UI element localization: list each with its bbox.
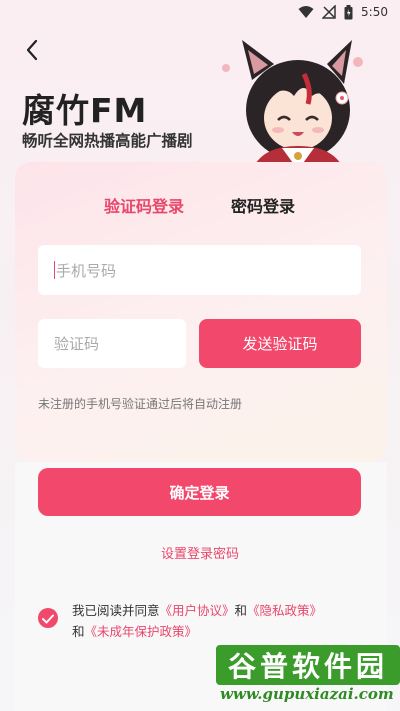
watermark-brand: 谷普软件园 <box>216 645 400 685</box>
wifi-icon <box>298 5 314 19</box>
minor-protection-link[interactable]: 《未成年保护政策》 <box>85 624 198 639</box>
chevron-left-icon <box>25 39 39 65</box>
text-caret <box>54 261 55 279</box>
code-placeholder: 验证码 <box>54 335 100 353</box>
agreement-and-2: 和 <box>72 624 85 639</box>
app-subtitle: 畅听全网热播高能广播剧 <box>22 132 193 150</box>
phone-placeholder: 手机号码 <box>56 261 117 280</box>
site-watermark: 谷普软件园 www.gupuxiazai.com <box>216 645 400 711</box>
code-input[interactable]: 验证码 <box>38 319 186 368</box>
login-tabs: 验证码登录 密码登录 <box>0 193 400 217</box>
mascot-illustration <box>212 40 372 170</box>
watermark-url: www.gupuxiazai.com <box>220 685 394 703</box>
tab-password-login[interactable]: 密码登录 <box>231 193 295 217</box>
battery-icon <box>344 4 353 20</box>
user-agreement-link[interactable]: 《用户协议》 <box>160 603 235 618</box>
privacy-policy-link[interactable]: 《隐私政策》 <box>247 603 322 618</box>
agreement-text: 我已阅读并同意《用户协议》和《隐私政策》 和《未成年保护政策》 <box>72 600 372 642</box>
app-title: 腐竹FM <box>22 91 148 130</box>
agreement-checkbox[interactable] <box>38 608 58 628</box>
status-time: 5:50 <box>361 5 388 19</box>
check-icon <box>42 609 54 628</box>
back-button[interactable] <box>18 38 46 66</box>
agreement-prefix: 我已阅读并同意 <box>72 603 160 618</box>
auto-register-hint: 未注册的手机号验证通过后将自动注册 <box>38 397 243 411</box>
tab-sms-login[interactable]: 验证码登录 <box>104 193 184 217</box>
status-bar: 5:50 <box>0 0 400 24</box>
signal-icon <box>322 5 336 19</box>
phone-input[interactable]: 手机号码 <box>38 245 361 295</box>
agreement-and-1: 和 <box>234 603 248 618</box>
send-code-button[interactable]: 发送验证码 <box>199 319 361 368</box>
confirm-login-button[interactable]: 确定登录 <box>38 468 361 516</box>
set-password-link[interactable]: 设置登录密码 <box>0 543 400 562</box>
